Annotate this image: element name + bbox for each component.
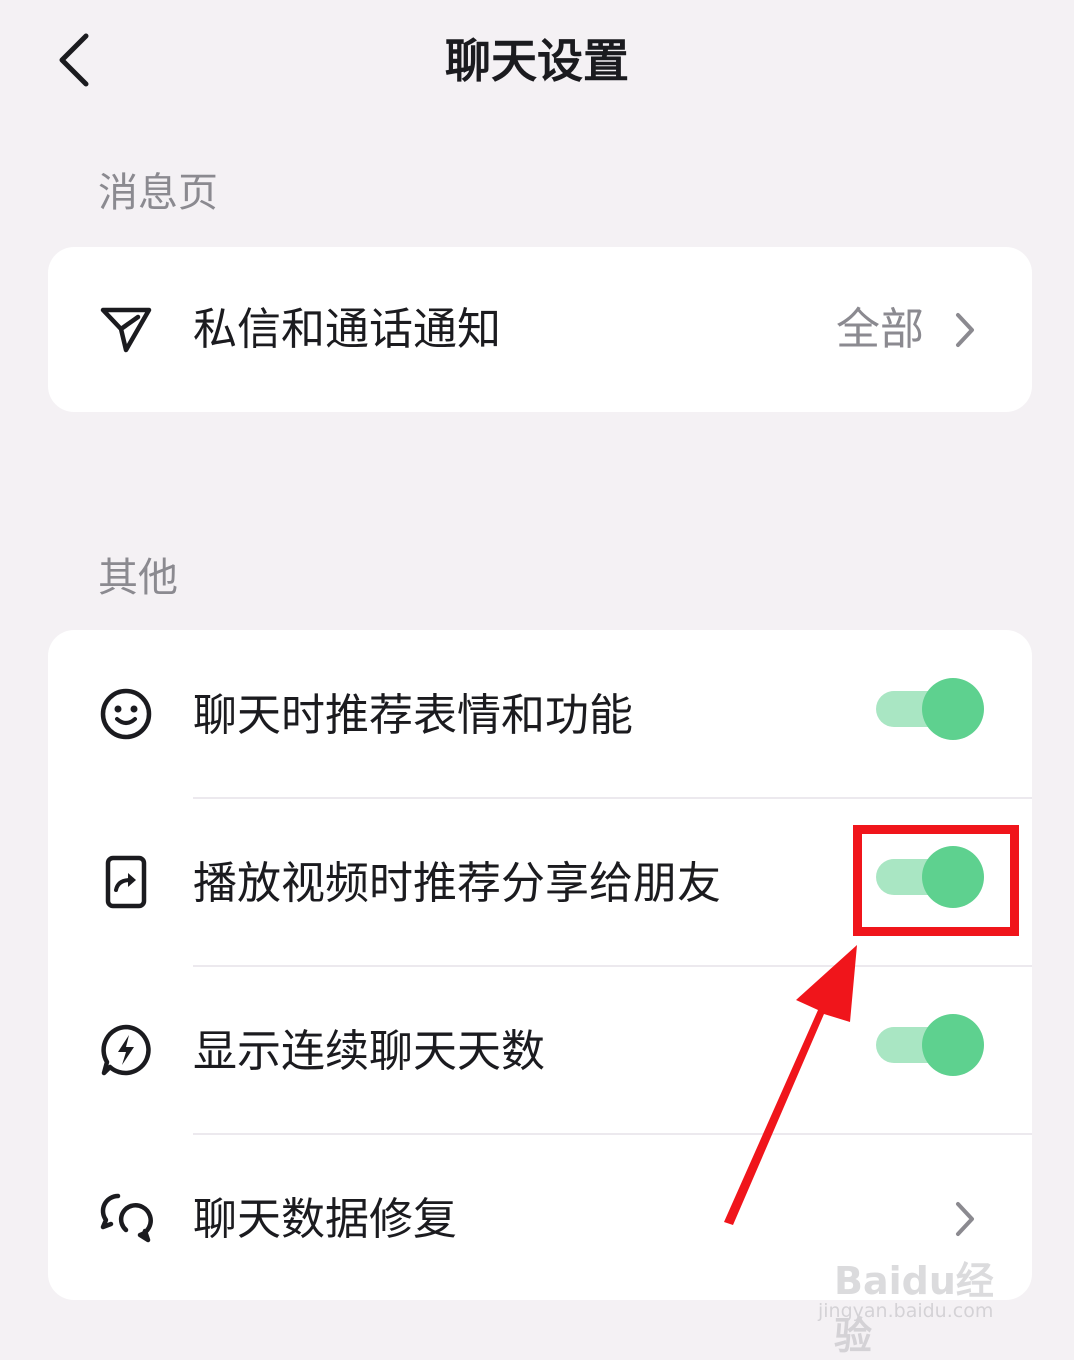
section-label-messages: 消息页 [98, 170, 218, 216]
send-icon [98, 302, 154, 358]
highlight-box [853, 825, 1019, 936]
row-label: 播放视频时推荐分享给朋友 [193, 858, 721, 909]
toggle-knob [922, 678, 984, 740]
row-dm-call-notification[interactable]: 私信和通话通知 全部 [48, 247, 1032, 412]
chevron-right-icon [948, 305, 982, 355]
row-value: 全部 [836, 304, 924, 355]
row-label: 显示连续聊天天数 [193, 1026, 545, 1077]
top-bar: 聊天设置 [0, 0, 1074, 124]
row-label: 聊天数据修复 [193, 1194, 457, 1245]
card-other: 聊天时推荐表情和功能 播放视频时推荐分享给朋友 显示连续聊天天数 聊天数据修复 [48, 630, 1032, 1300]
lightning-chat-icon [98, 1022, 154, 1078]
watermark-url: jingyan.baidu.com [818, 1300, 994, 1322]
card-messages: 私信和通话通知 全部 [48, 247, 1032, 412]
toggle-switch[interactable] [876, 678, 984, 740]
row-show-chat-streak: 显示连续聊天天数 [48, 966, 1032, 1134]
annotation-arrow-icon [724, 945, 857, 1225]
baidu-watermark: Baidu经验 jingyan.baidu.com [814, 1232, 1014, 1358]
row-label: 私信和通话通知 [193, 304, 501, 355]
page-title: 聊天设置 [445, 34, 629, 88]
smile-face-icon [98, 686, 154, 742]
row-label: 聊天时推荐表情和功能 [193, 690, 633, 741]
toggle-knob [922, 1014, 984, 1076]
share-video-icon [98, 854, 154, 910]
section-label-other: 其他 [98, 555, 178, 601]
row-recommend-emoji: 聊天时推荐表情和功能 [48, 630, 1032, 798]
toggle-switch[interactable] [876, 1014, 984, 1076]
chat-repair-icon [98, 1190, 154, 1246]
